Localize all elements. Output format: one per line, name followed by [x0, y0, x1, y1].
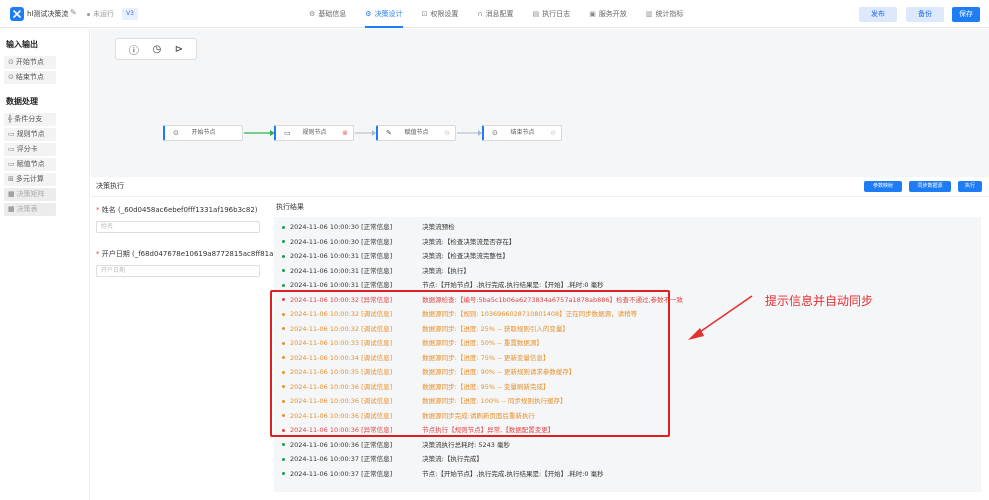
- log-message: 决策流执行总耗时: 5243 毫秒: [422, 440, 510, 449]
- log-time: 2024-11-06 10:00:31: [290, 281, 360, 289]
- execute-panel-title: 决策执行: [96, 182, 124, 190]
- status-dot-icon: [282, 443, 285, 446]
- name-input[interactable]: 姓名: [96, 221, 260, 233]
- table-icon: ▦: [8, 205, 15, 213]
- log-time: 2024-11-06 10:00:30: [290, 237, 360, 246]
- status-dot-icon: [282, 283, 285, 287]
- annotation-arrow-icon: [688, 295, 753, 340]
- status-dot-icon: [282, 457, 285, 461]
- field-label-open-date: * 开户日期 (_f68d047678e10619a8772815ac8ff81…: [96, 250, 277, 258]
- status-dot-icon: [282, 254, 285, 258]
- flow-node-assign[interactable]: ✎ 赋值节点 ⊖: [376, 125, 456, 141]
- status-dot-icon: [282, 225, 285, 229]
- log-message: 决策流:【检查决策流完整性】: [422, 252, 509, 260]
- log-level: [正常信息]: [361, 440, 393, 449]
- status-dot-icon: [282, 240, 285, 243]
- flow-node-start[interactable]: ⊙ 开始节点: [163, 125, 243, 141]
- close-icon[interactable]: ⊖: [550, 126, 556, 140]
- log-row: 2024-11-06 10:00:37 [正常信息] 决策流:【执行完成】: [282, 452, 483, 466]
- log-level: [正常信息]: [361, 266, 393, 275]
- log-time: 2024-11-06 10:00:31: [290, 252, 360, 260]
- highlight-box: [270, 290, 670, 437]
- param-mapping-button[interactable]: 参数映射: [864, 181, 902, 192]
- log-message: 决策流:【检查决策流是否存在】: [422, 237, 516, 246]
- close-icon[interactable]: ⊖: [444, 126, 450, 140]
- log-time: 2024-11-06 10:00:37: [290, 469, 360, 478]
- log-time: 2024-11-06 10:00:30: [290, 223, 360, 231]
- log-row: 2024-11-06 10:00:37 [正常信息] 节点:【开始节点】,执行完成…: [282, 467, 604, 481]
- divider: [91, 196, 989, 197]
- log-message: 决策流:【执行完成】: [422, 455, 483, 463]
- flow-node-end[interactable]: ⊙ 结束节点 ⊖: [482, 125, 562, 141]
- log-row: 2024-11-06 10:00:30 [正常信息] 决策流预检: [282, 220, 455, 234]
- matrix-icon: ▦: [8, 190, 15, 198]
- sidebar-item-decision-matrix: ▦ 决策矩阵: [4, 188, 56, 201]
- log-level: [正常信息]: [361, 455, 393, 463]
- sidebar-item-decision-table: ▦ 决策表: [4, 203, 56, 216]
- status-dot-icon: [282, 472, 285, 475]
- sync-datasource-button[interactable]: 同步数据源: [909, 181, 951, 192]
- log-row: 2024-11-06 10:00:31 [正常信息] 决策流:【检查决策流完整性】: [282, 249, 509, 263]
- log-level: [正常信息]: [361, 237, 393, 246]
- log-message: 节点:【开始节点】,执行完成,执行结果是:【开始】,耗时:0 毫秒: [422, 469, 604, 478]
- log-row: 2024-11-06 10:00:30 [正常信息] 决策流:【检查决策流是否存在…: [282, 235, 515, 249]
- log-level: [正常信息]: [361, 223, 393, 231]
- log-message: 决策流:【执行】: [422, 266, 470, 275]
- result-title: 执行结果: [276, 203, 304, 211]
- flow-edges: [244, 130, 482, 136]
- log-level: [正常信息]: [361, 469, 393, 478]
- log-message: 决策流预检: [422, 223, 455, 231]
- log-row: 2024-11-06 10:00:36 [正常信息] 决策流执行总耗时: 5243…: [282, 438, 510, 452]
- flow-node-rule[interactable]: ▭ 规则节点 ⊗: [274, 125, 354, 141]
- run-button[interactable]: 执行: [958, 181, 982, 192]
- log-time: 2024-11-06 10:00:37: [290, 455, 360, 463]
- annotation-text: 提示信息并自动同步: [765, 294, 874, 308]
- log-time: 2024-11-06 10:00:31: [290, 266, 360, 275]
- error-close-icon[interactable]: ⊗: [342, 126, 348, 140]
- open-date-input[interactable]: 开户日期: [96, 265, 260, 277]
- field-label-name: * 姓名 (_60d0458ac6ebef0fff1331af196b3c82): [96, 206, 258, 214]
- status-dot-icon: [282, 269, 285, 272]
- log-level: [正常信息]: [361, 252, 393, 260]
- log-time: 2024-11-06 10:00:36: [290, 440, 360, 449]
- log-row: 2024-11-06 10:00:31 [正常信息] 决策流:【执行】: [282, 264, 470, 278]
